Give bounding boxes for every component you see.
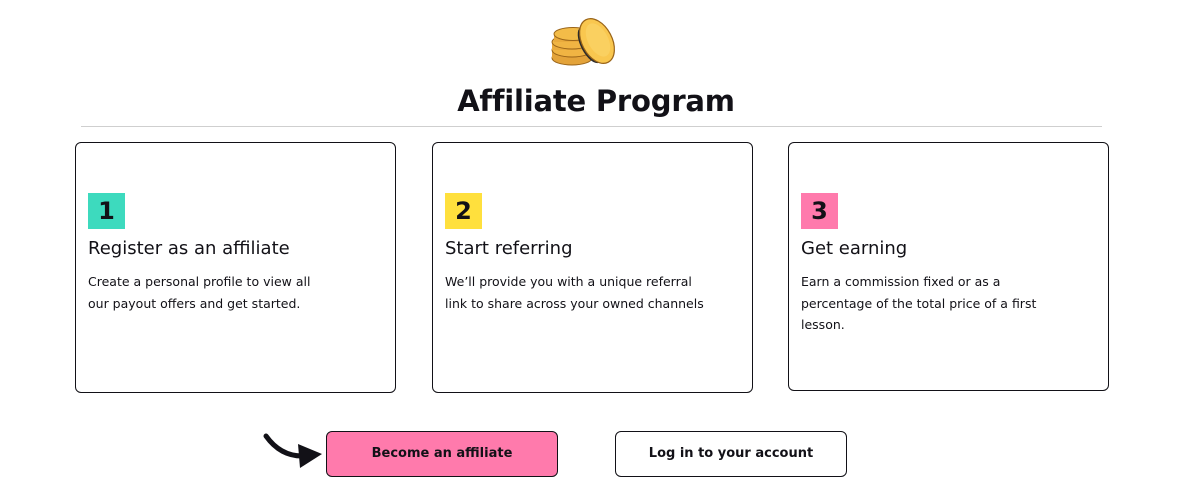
step-title: Register as an affiliate [88, 238, 290, 259]
page-title: Affiliate Program [457, 84, 735, 118]
become-affiliate-button[interactable]: Become an affiliate [326, 431, 558, 477]
login-button[interactable]: Log in to your account [615, 431, 847, 477]
step-description: We’ll provide you with a unique referral… [445, 274, 704, 311]
step-card-3: 3 Get earning Earn a commission fixed or… [788, 142, 1109, 391]
step-card-1: 1 Register as an affiliate Create a pers… [75, 142, 396, 393]
curved-arrow-right-icon [263, 433, 322, 468]
step-description: Earn a commission fixed or as a percenta… [801, 274, 1037, 332]
step-number-badge: 1 [88, 193, 125, 229]
coins-stack-icon [551, 18, 615, 66]
step-card-2: 2 Start referring We’ll provide you with… [432, 142, 753, 393]
step-title: Start referring [445, 238, 573, 259]
step-description: Create a personal profile to view all ou… [88, 274, 311, 311]
title-divider [81, 126, 1102, 127]
step-number-badge: 2 [445, 193, 482, 229]
step-number-badge: 3 [801, 193, 838, 229]
step-title: Get earning [801, 238, 908, 259]
